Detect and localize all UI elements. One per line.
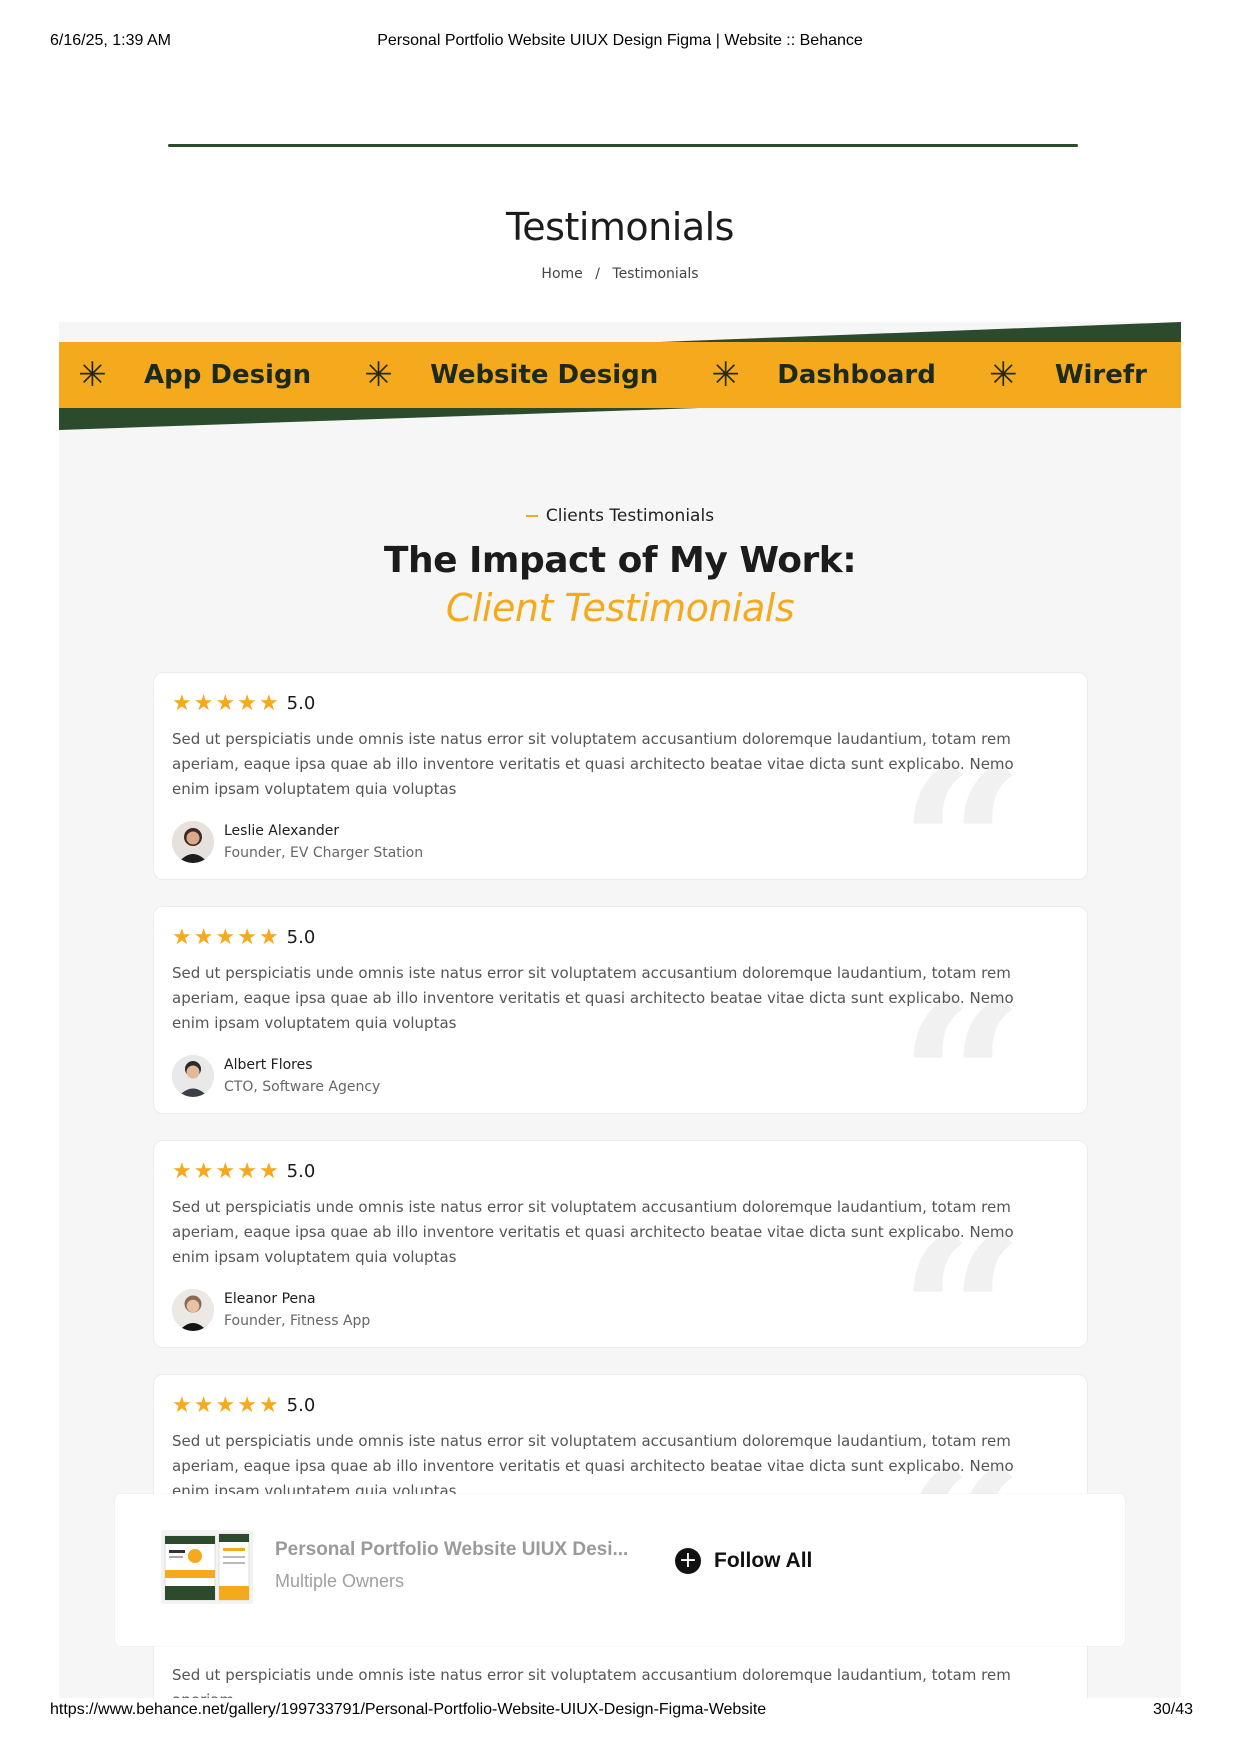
rating-value: 5.0 <box>286 1161 316 1182</box>
plus-circle-icon: + <box>675 1548 701 1574</box>
rating-stars: ★★★★★ 5.0 <box>172 691 315 716</box>
marquee-item: Wirefr <box>1054 360 1147 390</box>
star-icon: ★ <box>258 1393 279 1418</box>
star-icon: ★ <box>193 1393 214 1418</box>
follow-all-button[interactable]: + Follow All <box>675 1548 812 1574</box>
project-info-bar: Personal Portfolio Website UIUX Desi... … <box>115 1494 1125 1646</box>
author-name: Leslie Alexander <box>224 823 340 839</box>
star-icon: ★ <box>237 1393 257 1418</box>
marquee-item: App Design <box>143 360 312 390</box>
star-icon: ★ <box>258 925 279 950</box>
person-icon <box>172 1289 214 1331</box>
print-title: Personal Portfolio Website UIUX Design F… <box>377 32 863 49</box>
star-icon: ★ <box>193 925 214 950</box>
testimonial-text: Sed ut perspiciatis unde omnis iste natu… <box>172 1198 1014 1266</box>
breadcrumb-home[interactable]: Home <box>541 266 582 282</box>
author-role: CTO, Software Agency <box>224 1079 381 1095</box>
page-title: Testimonials <box>506 205 734 249</box>
star-icon: ★ <box>237 1159 257 1184</box>
star-icon: ★ <box>172 1159 192 1184</box>
testimonial-text: Sed ut perspiciatis unde omnis iste natu… <box>172 1432 1014 1500</box>
author-role: Founder, Fitness App <box>224 1313 371 1329</box>
project-owners[interactable]: Multiple Owners <box>275 1571 404 1592</box>
asterisk-icon: ✳ <box>364 355 393 395</box>
testimonials-section: ✳ App Design ✳ Website Design ✳ Dashboar… <box>59 322 1181 1698</box>
testimonial-text: Sed ut perspiciatis unde omnis iste natu… <box>172 964 1014 1032</box>
rating-stars: ★★★★★ 5.0 <box>172 925 315 950</box>
print-page-count: 30/43 <box>1152 1701 1193 1718</box>
marquee-item: Website Design <box>430 360 659 390</box>
rating-stars: ★★★★★ 5.0 <box>172 1159 315 1184</box>
section-title: The Impact of My Work: <box>383 540 857 581</box>
star-icon: ★ <box>172 925 192 950</box>
person-icon <box>172 821 214 863</box>
star-icon: ★ <box>193 1159 214 1184</box>
services-marquee: ✳ App Design ✳ Website Design ✳ Dashboar… <box>59 342 1181 408</box>
asterisk-icon: ✳ <box>989 355 1018 395</box>
star-icon: ★ <box>237 925 257 950</box>
asterisk-icon: ✳ <box>78 355 107 395</box>
star-icon: ★ <box>215 1393 236 1418</box>
author-role: Founder, EV Charger Station <box>224 845 424 861</box>
eyebrow-text: Clients Testimonials <box>545 506 715 526</box>
thumbnail-image <box>161 1530 253 1604</box>
breadcrumb-separator: / <box>595 266 600 282</box>
section-subtitle: Client Testimonials <box>445 586 795 630</box>
star-icon: ★ <box>215 691 236 716</box>
avatar <box>172 821 214 863</box>
testimonial-card: “ ★★★★★ 5.0 Sed ut perspiciatis unde omn… <box>153 1140 1088 1348</box>
eyebrow-dash <box>525 515 538 517</box>
avatar <box>172 1289 214 1331</box>
rating-value: 5.0 <box>286 1395 316 1416</box>
rating-value: 5.0 <box>286 693 316 714</box>
star-icon: ★ <box>258 1159 279 1184</box>
person-icon <box>172 1055 214 1097</box>
testimonial-card: “ ★★★★★ 5.0 Sed ut perspiciatis unde omn… <box>153 672 1088 880</box>
top-divider <box>168 144 1078 147</box>
print-header: 6/16/25, 1:39 AM Personal Portfolio Webs… <box>0 32 1240 52</box>
star-icon: ★ <box>258 691 279 716</box>
marquee-item: Dashboard <box>777 360 936 390</box>
author-name: Eleanor Pena <box>224 1291 316 1307</box>
star-icon: ★ <box>172 1393 192 1418</box>
testimonial-card: “ ★★★★★ 5.0 Sed ut perspiciatis unde omn… <box>153 906 1088 1114</box>
section-eyebrow: Clients Testimonials <box>59 506 1181 526</box>
star-icon: ★ <box>193 691 214 716</box>
star-icon: ★ <box>215 925 236 950</box>
rating-value: 5.0 <box>286 927 316 948</box>
asterisk-icon: ✳ <box>711 355 741 395</box>
follow-all-label: Follow All <box>714 1549 813 1572</box>
project-title[interactable]: Personal Portfolio Website UIUX Desi... <box>275 1539 628 1561</box>
testimonial-text: Sed ut perspiciatis unde omnis iste natu… <box>172 1666 1011 1698</box>
rating-stars: ★★★★★ 5.0 <box>172 1393 315 1418</box>
star-icon: ★ <box>237 691 257 716</box>
breadcrumb-current: Testimonials <box>612 266 699 282</box>
avatar <box>172 1055 214 1097</box>
testimonial-text: Sed ut perspiciatis unde omnis iste natu… <box>172 730 1014 798</box>
star-icon: ★ <box>215 1159 236 1184</box>
author-name: Albert Flores <box>224 1057 313 1073</box>
print-url[interactable]: https://www.behance.net/gallery/19973379… <box>50 1701 766 1719</box>
breadcrumb: Home / Testimonials <box>0 266 1240 282</box>
star-icon: ★ <box>172 691 192 716</box>
project-thumbnail[interactable] <box>161 1530 253 1604</box>
